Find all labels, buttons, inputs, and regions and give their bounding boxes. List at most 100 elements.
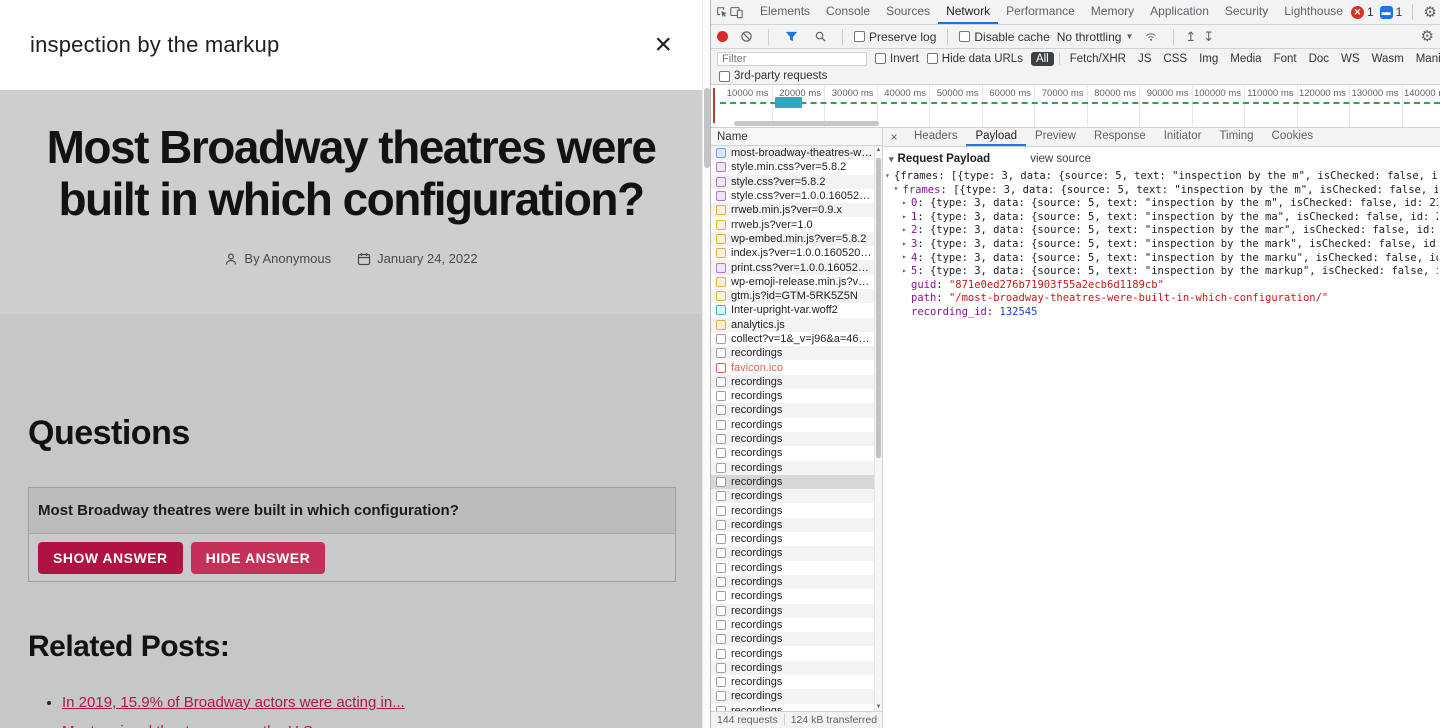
page-scrollbar[interactable] [702, 0, 710, 728]
request-row[interactable]: Inter-upright-var.woff2 [711, 303, 882, 317]
payload-tree-line[interactable]: ▸ 4: {type: 3, data: {source: 5, text: "i… [885, 252, 1438, 266]
filter-chip-media[interactable]: Media [1225, 52, 1266, 66]
request-list-scrollbar[interactable]: ▲ ▼ [874, 146, 882, 711]
scroll-up-icon[interactable]: ▲ [875, 147, 882, 153]
request-row[interactable]: most-broadway-theatres-were-built-in.. [711, 146, 882, 161]
import-har-icon[interactable]: ↥ [1185, 30, 1196, 43]
request-row[interactable]: recordings [711, 546, 882, 561]
devtools-tab-elements[interactable]: Elements [752, 0, 818, 24]
request-row[interactable]: recordings [711, 589, 882, 603]
filter-chip-css[interactable]: CSS [1158, 52, 1192, 66]
request-row[interactable]: recordings [711, 618, 882, 632]
request-row[interactable]: recordings [711, 389, 882, 403]
request-row[interactable]: recordings [711, 403, 882, 418]
triangle-right-icon[interactable]: ▸ [902, 252, 911, 263]
devtools-tab-network[interactable]: Network [938, 0, 999, 24]
payload-tree-line[interactable]: guid: "871e0ed276b71903f55a2ecb6d1189cb" [885, 279, 1438, 293]
export-har-icon[interactable]: ↧ [1203, 30, 1214, 43]
devtools-tab-security[interactable]: Security [1217, 0, 1276, 24]
network-conditions-icon[interactable] [1140, 27, 1162, 47]
filter-input[interactable] [717, 51, 867, 66]
devtools-tab-application[interactable]: Application [1142, 0, 1217, 24]
payload-tree-line[interactable]: path: "/most-broadway-theatres-were-buil… [885, 292, 1438, 306]
device-toolbar-icon[interactable] [729, 2, 744, 22]
disable-cache-checkbox[interactable]: Disable cache [959, 30, 1050, 44]
request-row[interactable]: recordings [711, 517, 882, 533]
errors-badge[interactable]: ✕ 1 [1350, 5, 1374, 19]
detail-tab-preview[interactable]: Preview [1026, 128, 1085, 146]
filter-chip-wasm[interactable]: Wasm [1367, 52, 1409, 66]
request-row[interactable]: recordings [711, 346, 882, 361]
network-timeline[interactable]: 10000 ms 20000 ms 30000 ms 40000 ms 50000 ms… [711, 85, 1440, 128]
inspect-icon[interactable] [715, 2, 729, 22]
request-row[interactable]: wp-embed.min.js?ver=5.8.2 [711, 231, 882, 247]
request-row[interactable]: recordings [711, 646, 882, 660]
request-row[interactable]: recordings [711, 532, 882, 546]
filter-chip-img[interactable]: Img [1194, 52, 1223, 66]
timeline-scroll-thumb[interactable] [734, 121, 879, 126]
triangle-right-icon[interactable]: ▸ [902, 239, 911, 250]
payload-tree-line[interactable]: ▸ 5: {type: 3, data: {source: 5, text: "i… [885, 265, 1438, 279]
request-row[interactable]: recordings [711, 675, 882, 689]
request-row[interactable]: collect?v=1&_v=j96&a=464885235&t=. [711, 332, 882, 346]
triangle-right-icon[interactable]: ▸ [902, 225, 911, 236]
request-payload-toggle[interactable]: ▾ Request Payload [889, 153, 990, 165]
throttling-dropdown[interactable]: No throttling ▼ [1057, 30, 1134, 44]
request-row[interactable]: recordings [711, 374, 882, 390]
request-row[interactable]: recordings [711, 460, 882, 475]
request-row[interactable]: recordings [711, 603, 882, 618]
filter-chip-manifest[interactable]: Manifest [1411, 52, 1440, 66]
triangle-down-icon[interactable]: ▾ [894, 184, 903, 195]
request-row[interactable]: analytics.js [711, 317, 882, 332]
request-scrollbar-thumb[interactable] [876, 158, 881, 458]
request-row[interactable]: recordings [711, 561, 882, 575]
request-row[interactable]: style.css?ver=1.0.0.1605200298 [711, 189, 882, 203]
detail-tab-timing[interactable]: Timing [1210, 128, 1262, 146]
request-row[interactable]: recordings [711, 660, 882, 675]
detail-tab-headers[interactable]: Headers [905, 128, 966, 146]
filter-chip-fetch-xhr[interactable]: Fetch/XHR [1065, 52, 1131, 66]
request-row[interactable]: wp-emoji-release.min.js?ver=5.8.2 [711, 275, 882, 289]
payload-tree-line[interactable]: ▾ {frames: [{type: 3, data: {source: 5, t… [885, 170, 1438, 184]
network-settings-gear-icon[interactable]: ⚙ [1421, 29, 1434, 44]
request-row[interactable]: recordings [711, 431, 882, 447]
payload-tree-line[interactable]: recording_id: 132545 [885, 306, 1438, 320]
payload-tree-line[interactable]: ▸ 3: {type: 3, data: {source: 5, text: "i… [885, 238, 1438, 252]
clear-icon[interactable] [735, 27, 757, 47]
close-icon[interactable]: × [654, 30, 672, 60]
devtools-tab-memory[interactable]: Memory [1083, 0, 1142, 24]
filter-chip-js[interactable]: JS [1133, 52, 1156, 66]
request-row[interactable]: index.js?ver=1.0.0.1605200298 [711, 246, 882, 260]
request-row[interactable]: rrweb.min.js?ver=0.9.x [711, 203, 882, 218]
devtools-tab-performance[interactable]: Performance [998, 0, 1083, 24]
triangle-right-icon[interactable]: ▸ [902, 212, 911, 223]
filter-chip-ws[interactable]: WS [1336, 52, 1365, 66]
preserve-log-checkbox[interactable]: Preserve log [854, 30, 936, 44]
payload-tree-line[interactable]: ▸ 0: {type: 3, data: {source: 5, text: "i… [885, 197, 1438, 211]
request-row[interactable]: favicon.ico [711, 360, 882, 374]
devtools-tab-console[interactable]: Console [818, 0, 878, 24]
triangle-down-icon[interactable]: ▾ [885, 171, 894, 182]
request-row[interactable]: recordings [711, 632, 882, 647]
filter-chip-font[interactable]: Font [1269, 52, 1302, 66]
filter-chip-all[interactable]: All [1030, 51, 1054, 66]
detail-tab-cookies[interactable]: Cookies [1263, 128, 1323, 146]
request-row[interactable]: recordings [711, 489, 882, 504]
request-row[interactable]: rrweb.js?ver=1.0 [711, 217, 882, 231]
third-party-checkbox[interactable]: 3rd-party requests [719, 70, 827, 82]
request-row[interactable]: gtm.js?id=GTM-5RK5Z5N [711, 288, 882, 304]
request-row[interactable]: recordings [711, 503, 882, 517]
payload-tree-line[interactable]: ▸ 2: {type: 3, data: {source: 5, text: "i… [885, 224, 1438, 238]
payload-tree-line[interactable]: ▸ 1: {type: 3, data: {source: 5, text: "i… [885, 211, 1438, 225]
request-row[interactable]: style.min.css?ver=5.8.2 [711, 160, 882, 174]
name-column-header[interactable]: Name [711, 128, 882, 146]
detail-tab-payload[interactable]: Payload [966, 128, 1027, 146]
devtools-tab-lighthouse[interactable]: Lighthouse [1276, 0, 1351, 24]
hide-answer-button[interactable]: HIDE ANSWER [190, 542, 326, 574]
request-row[interactable]: recordings [711, 574, 882, 590]
related-post-link[interactable]: Most regional theatres across the U.S. a… [62, 723, 355, 728]
related-post-link[interactable]: In 2019, 15.9% of Broadway actors were a… [62, 694, 405, 711]
record-icon[interactable] [717, 31, 728, 42]
search-icon[interactable] [809, 27, 831, 47]
request-row[interactable]: recordings [711, 474, 882, 490]
